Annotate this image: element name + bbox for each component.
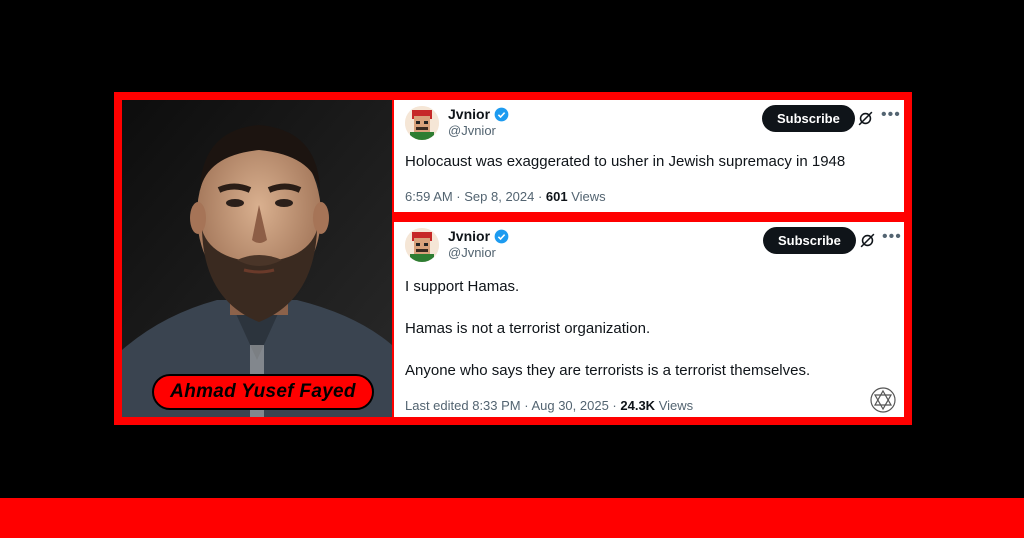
views-count: 601 bbox=[545, 189, 568, 204]
user-handle[interactable]: @Jvnior bbox=[448, 123, 496, 138]
grok-icon[interactable] bbox=[859, 232, 876, 249]
tweet-card-2[interactable]: Jvnior @Jvnior Subscribe ••• I support H… bbox=[394, 222, 904, 417]
display-name-text[interactable]: Jvnior bbox=[448, 228, 490, 244]
display-name[interactable]: Jvnior bbox=[448, 106, 509, 122]
person-photo bbox=[122, 100, 392, 417]
verified-badge-icon bbox=[494, 229, 509, 243]
portrait-illustration bbox=[122, 100, 392, 417]
tweet-text-line-2: Hamas is not a terrorist organization. bbox=[405, 320, 651, 337]
avatar[interactable] bbox=[405, 106, 439, 140]
views-count: 24.3K bbox=[620, 398, 656, 413]
avatar[interactable] bbox=[405, 228, 439, 262]
bottom-red-bar bbox=[0, 498, 1024, 538]
display-name[interactable]: Jvnior bbox=[448, 228, 509, 244]
tweet-meta: 6:59 AM · Sep 8, 2024 · 601 Views bbox=[405, 189, 606, 204]
tweet-meta: Last edited 8:33 PM · Aug 30, 2025 · 24.… bbox=[405, 398, 693, 413]
display-name-text[interactable]: Jvnior bbox=[448, 106, 490, 122]
views-label: Views bbox=[655, 398, 694, 413]
tweet-card-1[interactable]: Jvnior @Jvnior Subscribe ••• Holocaust w… bbox=[394, 100, 904, 212]
user-handle[interactable]: @Jvnior bbox=[448, 245, 496, 260]
tweet-timestamp[interactable]: 6:59 AM · Sep 8, 2024 · bbox=[405, 189, 546, 204]
tweet-text-line-1: I support Hamas. bbox=[405, 278, 520, 295]
grok-icon[interactable] bbox=[857, 110, 874, 127]
more-icon[interactable]: ••• bbox=[882, 228, 902, 246]
avatar-image bbox=[405, 106, 439, 140]
more-icon[interactable]: ••• bbox=[881, 106, 901, 124]
tweet-text: Holocaust was exaggerated to usher in Je… bbox=[405, 153, 846, 170]
subscribe-button[interactable]: Subscribe bbox=[762, 105, 855, 132]
subscribe-button[interactable]: Subscribe bbox=[763, 227, 856, 254]
tweet-timestamp[interactable]: Last edited 8:33 PM · Aug 30, 2025 · bbox=[405, 398, 620, 413]
verified-badge-icon bbox=[494, 107, 509, 121]
person-name-label: Ahmad Yusef Fayed bbox=[152, 374, 374, 410]
avatar-image bbox=[405, 228, 439, 262]
star-of-david-icon bbox=[870, 387, 896, 413]
views-label: Views bbox=[567, 189, 606, 204]
tweet-text-line-3: Anyone who says they are terrorists is a… bbox=[405, 362, 811, 379]
